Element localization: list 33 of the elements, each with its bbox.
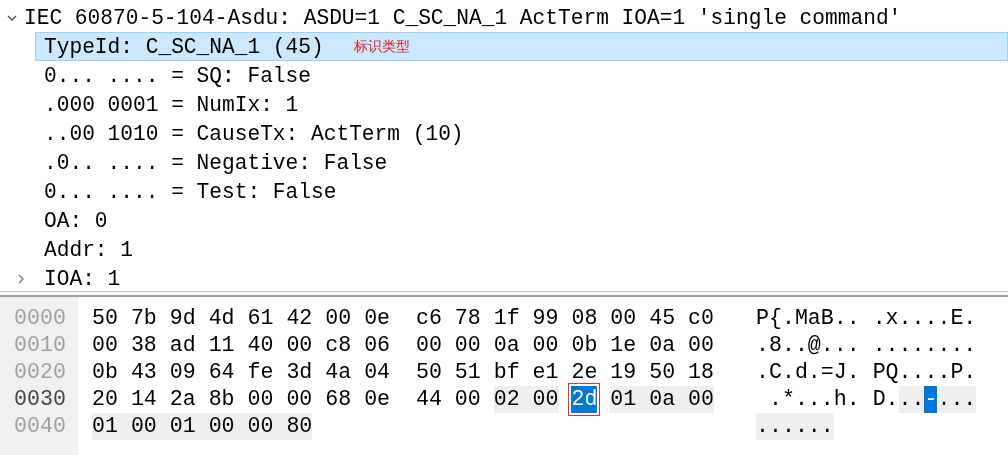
- hex-bytes[interactable]: 00 38 ad 11 40 00 c8 06 00 00 0a 00 0b 1e 0a 00: [92, 332, 714, 359]
- selected-ascii-text[interactable]: -: [924, 386, 938, 413]
- ascii-text[interactable]: .C.d.=J. PQ....P.: [756, 359, 977, 386]
- selected-hex-bytes[interactable]: 2d: [571, 386, 598, 413]
- tree-item[interactable]: IEC 60870-5-104-Asdu: ASDU=1 C_SC_NA_1 ActTerm IOA=1 'single command': [24, 5, 902, 30]
- tree-item[interactable]: 0... .... = Test: False: [35, 177, 1008, 206]
- hex-bytes[interactable]: 01 0a 00: [610, 386, 714, 413]
- hex-bytes[interactable]: 01 00 01 00 00 80: [92, 413, 313, 440]
- ascii-text[interactable]: ...: [937, 386, 977, 413]
- tree-item[interactable]: Addr: 1: [35, 235, 1008, 264]
- tree-item[interactable]: .0.. .... = Negative: False: [35, 148, 1008, 177]
- hex-bytes[interactable]: 50 7b 9d 4d 61 42 00 0e c6 78 1f 99 08 00 45 c0: [92, 305, 714, 332]
- ascii-text[interactable]: .*...h. D.: [756, 386, 899, 413]
- tree-item[interactable]: IOA: 1: [35, 264, 1008, 293]
- tree-item[interactable]: TypeId: C_SC_NA_1 (45) 标识类型: [35, 32, 1008, 61]
- tree-item[interactable]: 0... .... = SQ: False: [35, 61, 1008, 90]
- annotation-label: 标识类型: [353, 37, 410, 56]
- hex-bytes[interactable]: 0b 43 09 64 fe 3d 4a 04 50 51 bf e1 2e 19 50 18: [92, 359, 714, 386]
- offset-label: 0020: [13, 359, 67, 386]
- offset-label: 0040: [13, 413, 67, 440]
- ascii-text[interactable]: P{.MaB.. .x....E.: [756, 305, 977, 332]
- ascii-text[interactable]: ..: [898, 386, 925, 413]
- tree-item[interactable]: OA: 0: [35, 206, 1008, 235]
- tree-item[interactable]: ..00 1010 = CauseTx: ActTerm (10): [35, 119, 1008, 148]
- offset-label: 0010: [13, 332, 67, 359]
- tree-item[interactable]: .000 0001 = NumIx: 1: [35, 90, 1008, 119]
- hex-bytes[interactable]: 20 14 2a 8b 00 00 68 0e 44 00: [92, 386, 481, 413]
- chevron-right-icon[interactable]: [16, 272, 26, 285]
- ascii-text[interactable]: ......: [756, 413, 834, 440]
- offset-label: 0030: [13, 386, 67, 413]
- hex-bytes[interactable]: 02 00: [493, 386, 559, 413]
- ascii-text[interactable]: .8..@... ........: [756, 332, 977, 359]
- offset-label: 0000: [13, 305, 67, 332]
